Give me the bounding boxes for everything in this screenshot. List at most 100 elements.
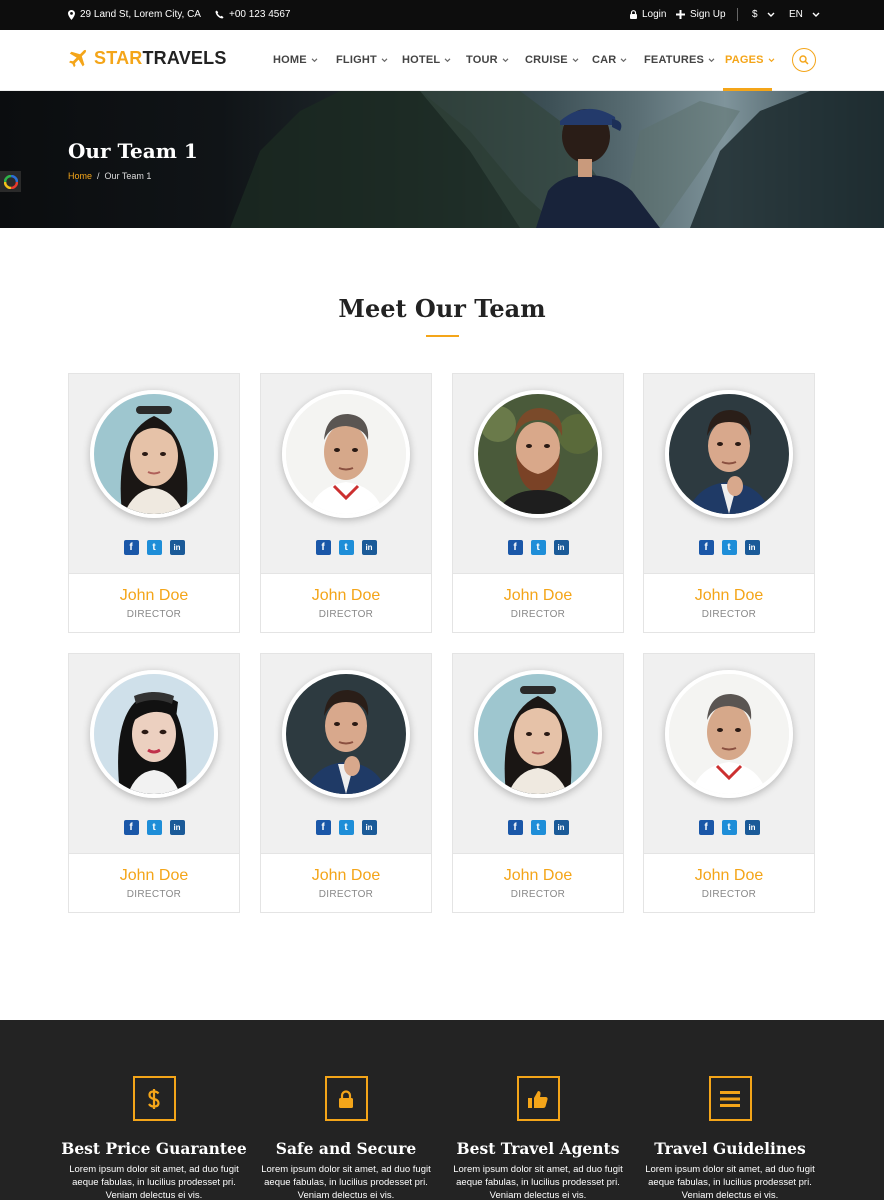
team-card: f t in John Doe DIRECTOR bbox=[260, 653, 432, 913]
login-link[interactable]: Login bbox=[630, 9, 666, 20]
signup-link[interactable]: Sign Up bbox=[676, 9, 726, 20]
feature-description: Lorem ipsum dolor sit amet, ad duo fugit… bbox=[645, 1164, 815, 1200]
facebook-icon[interactable]: f bbox=[123, 820, 139, 835]
nav-features[interactable]: FEATURES bbox=[644, 54, 715, 66]
breadcrumb-home[interactable]: Home bbox=[68, 171, 92, 181]
nav-flight[interactable]: FLIGHT bbox=[336, 54, 388, 66]
nav-label: TOUR bbox=[466, 54, 498, 66]
social-links: f t in bbox=[453, 820, 623, 835]
phone-icon bbox=[215, 10, 224, 19]
twitter-icon[interactable]: t bbox=[146, 540, 162, 555]
member-name[interactable]: John Doe bbox=[453, 867, 623, 885]
linkedin-icon[interactable]: in bbox=[553, 540, 569, 555]
member-name[interactable]: John Doe bbox=[69, 867, 239, 885]
social-links: f t in bbox=[261, 820, 431, 835]
facebook-icon[interactable]: f bbox=[698, 540, 714, 555]
twitter-icon[interactable]: t bbox=[721, 820, 737, 835]
nav-label: HOME bbox=[273, 54, 307, 66]
feature-title: Safe and Secure bbox=[275, 1139, 417, 1158]
chevron-down-icon bbox=[502, 57, 509, 62]
member-role: DIRECTOR bbox=[701, 889, 757, 900]
linkedin-icon[interactable]: in bbox=[361, 820, 377, 835]
feature-item: Safe and Secure Lorem ipsum dolor sit am… bbox=[250, 1076, 442, 1200]
facebook-icon[interactable]: f bbox=[315, 540, 331, 555]
nav-car[interactable]: CAR bbox=[592, 54, 627, 66]
airplane-icon bbox=[69, 49, 87, 67]
feature-item: Best Price Guarantee Lorem ipsum dolor s… bbox=[58, 1076, 250, 1200]
linkedin-icon[interactable]: in bbox=[744, 540, 760, 555]
linkedin-icon[interactable]: in bbox=[361, 540, 377, 555]
facebook-icon[interactable]: f bbox=[123, 540, 139, 555]
member-role: DIRECTOR bbox=[126, 889, 182, 900]
avatar bbox=[665, 670, 793, 798]
chevron-down-icon bbox=[768, 57, 775, 62]
member-name[interactable]: John Doe bbox=[453, 587, 623, 605]
twitter-icon[interactable]: t bbox=[338, 820, 354, 835]
member-role: DIRECTOR bbox=[318, 889, 374, 900]
team-card: f t in John Doe DIRECTOR bbox=[452, 653, 624, 913]
search-button[interactable] bbox=[792, 48, 816, 72]
color-switcher-toggle[interactable] bbox=[0, 171, 21, 192]
nav-label: HOTEL bbox=[402, 54, 441, 66]
twitter-icon[interactable]: t bbox=[721, 540, 737, 555]
twitter-icon[interactable]: t bbox=[338, 540, 354, 555]
linkedin-icon[interactable]: in bbox=[553, 820, 569, 835]
team-card: f t in John Doe DIRECTOR bbox=[643, 653, 815, 913]
lock-icon bbox=[339, 1089, 353, 1108]
chevron-down-icon bbox=[621, 57, 627, 62]
avatar bbox=[282, 670, 410, 798]
member-name[interactable]: John Doe bbox=[69, 587, 239, 605]
search-icon bbox=[799, 55, 809, 65]
facebook-icon[interactable]: f bbox=[315, 820, 331, 835]
currency-value: $ bbox=[752, 9, 758, 20]
language-value: EN bbox=[789, 9, 803, 20]
linkedin-icon[interactable]: in bbox=[169, 820, 185, 835]
member-name[interactable]: John Doe bbox=[261, 587, 431, 605]
nav-tour[interactable]: TOUR bbox=[466, 54, 509, 66]
card-photo-area: f t in bbox=[644, 654, 814, 854]
nav-label: FEATURES bbox=[644, 54, 705, 66]
social-links: f t in bbox=[644, 540, 814, 555]
breadcrumb: Home / Our Team 1 bbox=[68, 171, 151, 181]
twitter-icon[interactable]: t bbox=[146, 820, 162, 835]
feature-description: Lorem ipsum dolor sit amet, ad duo fugit… bbox=[261, 1164, 431, 1200]
linkedin-icon[interactable]: in bbox=[169, 540, 185, 555]
language-select[interactable]: EN bbox=[789, 9, 820, 20]
avatar bbox=[90, 670, 218, 798]
nav-pages[interactable]: PAGES bbox=[725, 54, 775, 66]
brand-part1: STAR bbox=[94, 48, 143, 68]
twitter-icon[interactable]: t bbox=[530, 820, 546, 835]
nav-cruise[interactable]: CRUISE bbox=[525, 54, 579, 66]
list-icon bbox=[720, 1090, 740, 1107]
feature-title: Best Travel Agents bbox=[456, 1139, 620, 1158]
member-name[interactable]: John Doe bbox=[261, 867, 431, 885]
feature-title: Travel Guidelines bbox=[654, 1139, 806, 1158]
address-text: 29 Land St, Lorem City, CA bbox=[80, 9, 201, 20]
top-bar: 29 Land St, Lorem City, CA +00 123 4567 … bbox=[0, 0, 884, 30]
topbar-divider bbox=[737, 8, 738, 21]
nav-label: CAR bbox=[592, 54, 617, 66]
member-role: DIRECTOR bbox=[510, 609, 566, 620]
facebook-icon[interactable]: f bbox=[507, 820, 523, 835]
nav-home[interactable]: HOME bbox=[273, 54, 318, 66]
currency-select[interactable]: $ bbox=[752, 9, 775, 20]
page-hero: Our Team 1 Home / Our Team 1 bbox=[0, 91, 884, 228]
member-name[interactable]: John Doe bbox=[644, 587, 814, 605]
facebook-icon[interactable]: f bbox=[507, 540, 523, 555]
feature-icon-box bbox=[132, 1076, 176, 1121]
chevron-down-icon bbox=[708, 57, 715, 62]
linkedin-icon[interactable]: in bbox=[744, 820, 760, 835]
phone: +00 123 4567 bbox=[215, 9, 290, 20]
member-role: DIRECTOR bbox=[318, 609, 374, 620]
team-card: f t in John Doe DIRECTOR bbox=[452, 373, 624, 633]
facebook-icon[interactable]: f bbox=[698, 820, 714, 835]
member-name[interactable]: John Doe bbox=[644, 867, 814, 885]
chevron-down-icon bbox=[381, 57, 388, 62]
card-photo-area: f t in bbox=[69, 654, 239, 854]
card-photo-area: f t in bbox=[69, 374, 239, 574]
brand-logo[interactable]: STARTRAVELS bbox=[68, 48, 227, 69]
avatar bbox=[474, 390, 602, 518]
card-photo-area: f t in bbox=[261, 374, 431, 574]
nav-hotel[interactable]: HOTEL bbox=[402, 54, 451, 66]
twitter-icon[interactable]: t bbox=[530, 540, 546, 555]
